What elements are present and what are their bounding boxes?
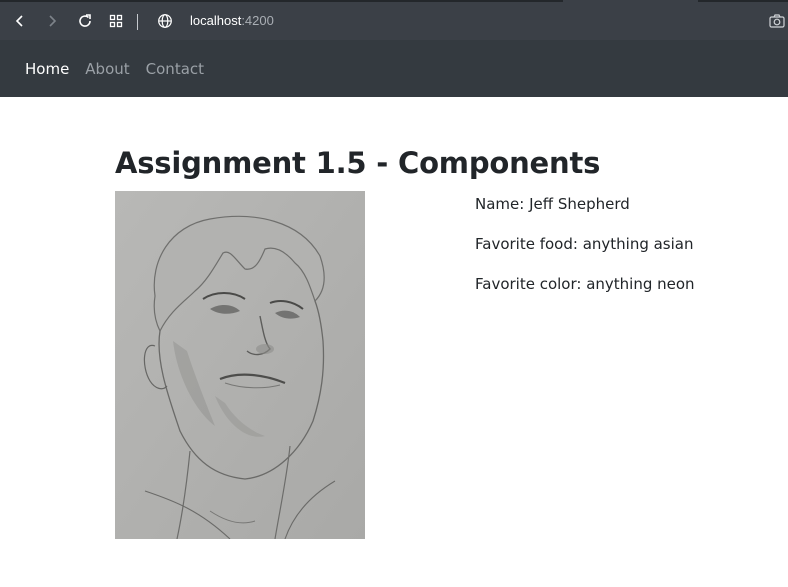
name-text: Name: Jeff Shepherd — [475, 195, 630, 213]
reload-icon[interactable] — [74, 10, 96, 32]
toolbar-divider — [137, 14, 138, 30]
globe-icon — [154, 10, 176, 32]
url-port: :4200 — [241, 13, 274, 28]
active-tab-indicator — [563, 0, 698, 2]
apps-grid-icon[interactable] — [105, 10, 127, 32]
app-navbar: Home About Contact — [0, 40, 788, 97]
camera-icon[interactable] — [766, 10, 788, 32]
favorite-color-text: Favorite color: anything neon — [475, 275, 695, 293]
portrait-sketch-image — [115, 191, 365, 539]
nav-link-home[interactable]: Home — [25, 60, 69, 78]
nav-link-about[interactable]: About — [85, 60, 129, 78]
profile-details: Name: Jeff Shepherd Favorite food: anyth… — [475, 194, 695, 314]
nav-link-contact[interactable]: Contact — [146, 60, 204, 78]
forward-icon[interactable] — [41, 10, 63, 32]
address-bar[interactable]: localhost:4200 — [190, 13, 274, 28]
browser-toolbar: localhost:4200 — [0, 0, 788, 40]
url-host: localhost — [190, 13, 242, 28]
favorite-food-text: Favorite food: anything asian — [475, 235, 694, 253]
back-icon[interactable] — [9, 10, 31, 32]
page-title: Assignment 1.5 - Components — [115, 146, 601, 180]
